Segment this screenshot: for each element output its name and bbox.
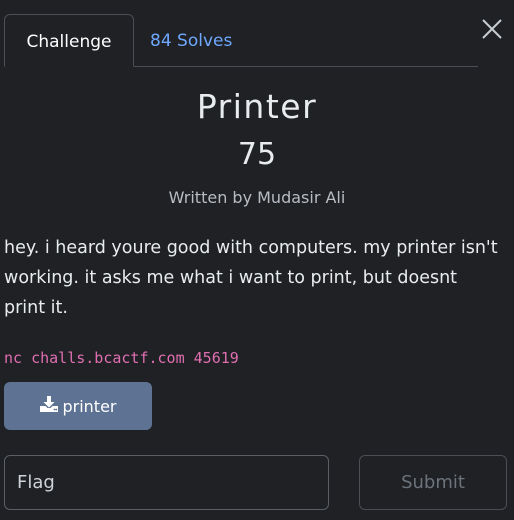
connection-command: nc challs.bcactf.com 45619 (4, 349, 239, 367)
challenge-description: hey. i heard youre good with computers. … (4, 238, 498, 318)
download-file-label: printer (62, 396, 117, 416)
flag-input[interactable] (4, 455, 329, 510)
tab-solves[interactable]: 84 Solves (150, 14, 246, 66)
download-icon (39, 395, 62, 417)
tab-challenge-label: Challenge (26, 32, 112, 52)
tab-solves-label: 84 Solves (150, 31, 233, 51)
challenge-title: Printer (196, 87, 318, 126)
submit-button[interactable]: Submit (359, 455, 507, 510)
challenge-points: 75 (237, 137, 277, 172)
tab-bar: Challenge 84 Solves (4, 14, 478, 67)
tab-challenge[interactable]: Challenge (4, 14, 134, 67)
challenge-author: Written by Mudasir Ali (168, 188, 346, 207)
close-icon[interactable] (480, 17, 504, 41)
download-file-button[interactable]: printer (4, 382, 152, 430)
